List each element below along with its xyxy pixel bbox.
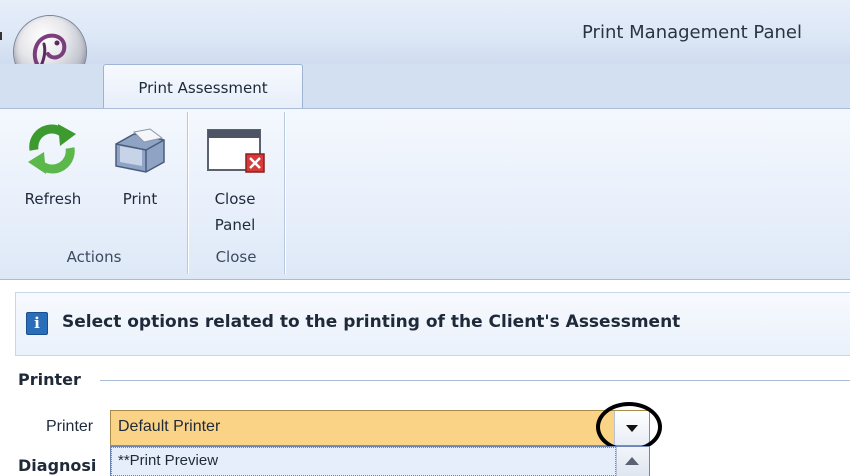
refresh-icon	[28, 124, 76, 174]
print-label: Print	[122, 190, 158, 208]
info-icon: i	[26, 312, 48, 335]
refresh-button[interactable]: Refresh	[8, 114, 98, 224]
printer-group-divider	[100, 380, 850, 381]
annotation-highlight-circle	[596, 402, 662, 452]
refresh-label: Refresh	[24, 190, 82, 208]
printer-group-title: Printer	[18, 370, 89, 389]
tab-print-assessment[interactable]: Print Assessment	[103, 64, 303, 109]
close-panel-label-line1: Close	[214, 190, 256, 208]
close-panel-label-line2: Panel	[214, 216, 256, 234]
close-panel-icon	[207, 129, 265, 173]
diagnosis-group-title: Diagnosi	[18, 456, 97, 475]
printer-select-value: Default Printer	[118, 418, 221, 435]
printer-icon	[115, 128, 165, 173]
dropdown-item-label: **Print Preview	[118, 452, 219, 469]
scroll-up-arrow-icon	[625, 457, 639, 465]
print-button[interactable]: Print	[104, 114, 176, 224]
actions-group-label: Actions	[66, 248, 122, 266]
window-title: Print Management Panel	[582, 22, 802, 43]
printer-field-label: Printer	[46, 418, 94, 435]
close-group-label: Close	[215, 248, 257, 266]
close-panel-button[interactable]: Close Panel	[192, 114, 278, 244]
ribbon-group-separator-2	[284, 112, 285, 274]
banner-text: Select options related to the printing o…	[62, 312, 681, 332]
